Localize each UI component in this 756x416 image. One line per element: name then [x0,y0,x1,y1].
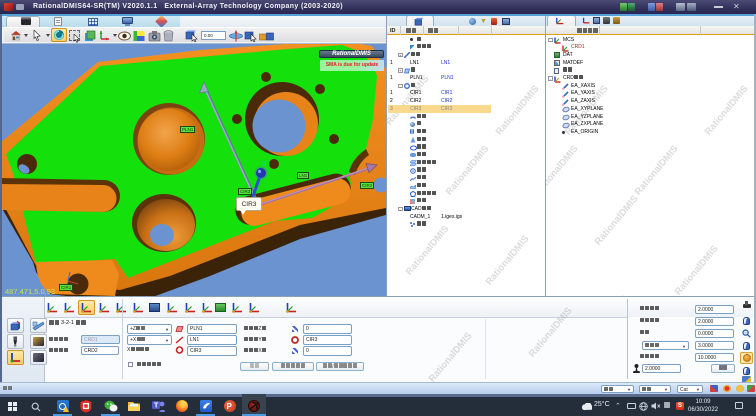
svg-text:487.471,5.0,93: 487.471,5.0,93 [5,287,55,296]
svg-text:T: T [154,403,159,410]
